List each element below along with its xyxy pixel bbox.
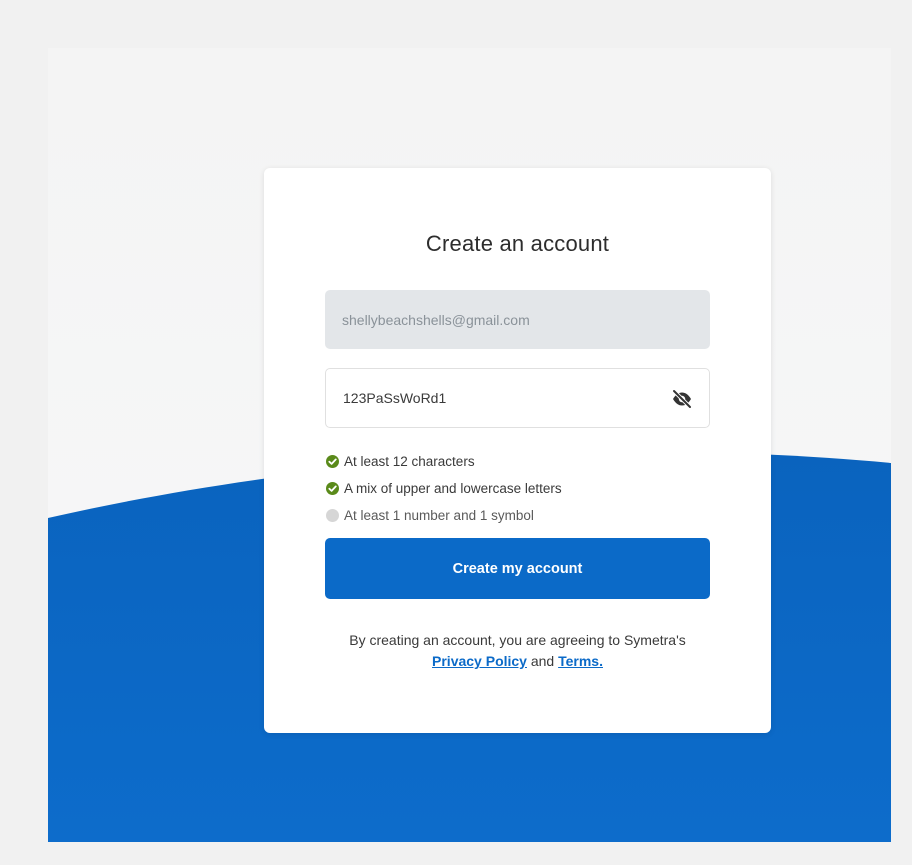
requirement-label: At least 1 number and 1 symbol	[344, 508, 534, 523]
requirement-label: At least 12 characters	[344, 454, 475, 469]
password-requirements: At least 12 characters A mix of upper an…	[326, 448, 711, 529]
pending-circle-icon	[326, 509, 339, 522]
create-account-button[interactable]: Create my account	[325, 538, 710, 599]
terms-link[interactable]: Terms.	[558, 653, 603, 669]
check-circle-icon	[326, 455, 339, 468]
password-field[interactable]: 123PaSsWoRd1	[325, 368, 710, 428]
requirement-length: At least 12 characters	[326, 448, 711, 475]
requirement-case-mix: A mix of upper and lowercase letters	[326, 475, 711, 502]
password-value: 123PaSsWoRd1	[343, 390, 447, 406]
signup-card: Create an account shellybeachshells@gmai…	[264, 168, 771, 733]
check-circle-icon	[326, 482, 339, 495]
eye-slash-icon[interactable]	[671, 388, 693, 410]
page-title: Create an account	[425, 231, 610, 256]
requirement-number-symbol: At least 1 number and 1 symbol	[326, 502, 711, 529]
legal-notice: By creating an account, you are agreeing…	[294, 630, 741, 672]
legal-prefix: By creating an account, you are agreeing…	[349, 632, 686, 648]
requirement-label: A mix of upper and lowercase letters	[344, 481, 562, 496]
privacy-policy-link[interactable]: Privacy Policy	[432, 653, 527, 669]
legal-conjunction: and	[530, 653, 555, 669]
email-value: shellybeachshells@gmail.com	[342, 311, 530, 328]
email-field[interactable]: shellybeachshells@gmail.com	[325, 290, 710, 349]
page-background: Create an account shellybeachshells@gmai…	[48, 48, 891, 842]
